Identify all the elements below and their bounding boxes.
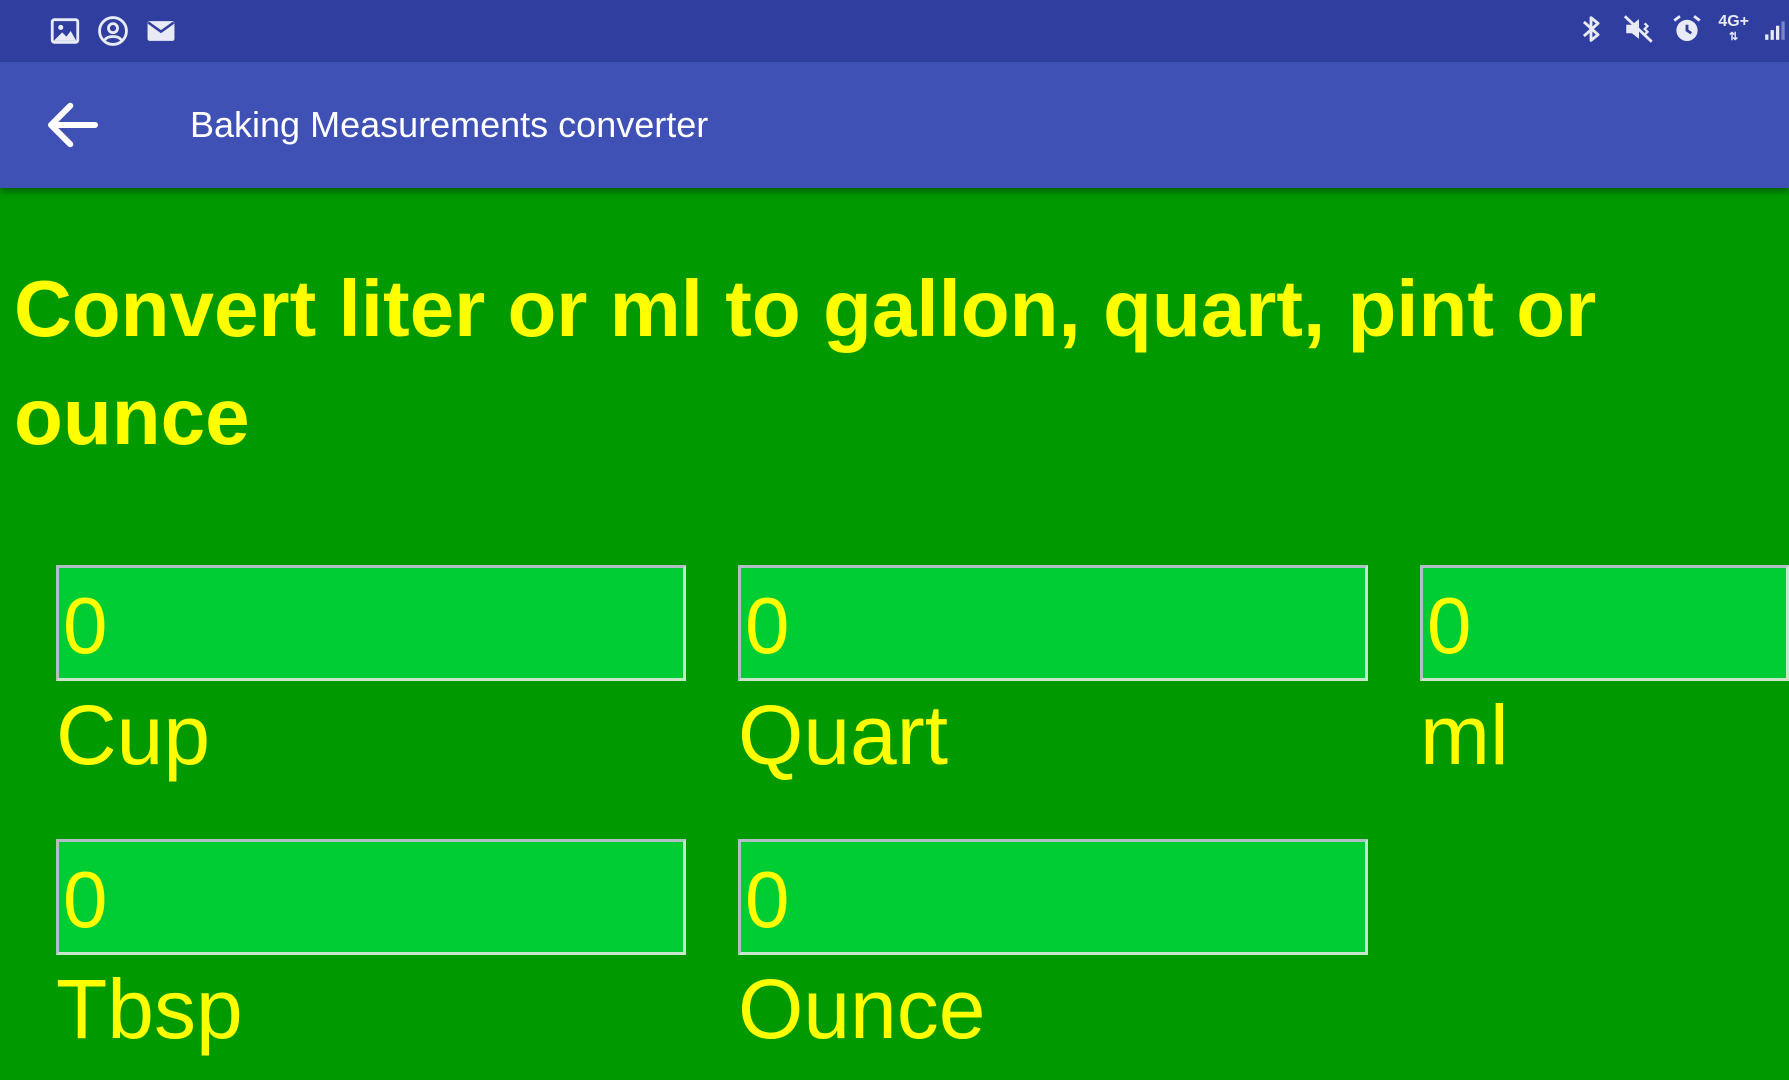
account-circle-icon [98, 16, 128, 46]
mail-icon [147, 21, 175, 41]
image-icon [50, 18, 80, 44]
cup-input[interactable] [56, 565, 686, 681]
page-heading: Convert liter or ml to gallon, quart, pi… [14, 264, 1597, 461]
ounce-input[interactable] [738, 839, 1368, 955]
network-indicator: 4G+ ⇅ [1718, 12, 1749, 44]
signal-icon [1765, 21, 1785, 40]
ounce-field-group: Ounce [738, 839, 1420, 1059]
cup-field-group: Cup [56, 565, 738, 785]
ml-input[interactable] [1420, 565, 1789, 681]
notification-icons [48, 14, 178, 48]
network-type-label: 4G+ [1718, 12, 1749, 30]
bluetooth-icon [1583, 16, 1600, 42]
quart-field-group: Quart [738, 565, 1420, 785]
alarm-icon [1673, 15, 1701, 42]
tbsp-field-group: Tbsp [56, 839, 738, 1059]
ounce-label: Ounce [738, 962, 986, 1056]
app-bar: Baking Measurements converter [0, 62, 1789, 188]
cup-label: Cup [56, 688, 211, 782]
tbsp-label: Tbsp [56, 962, 243, 1056]
quart-label: Quart [738, 688, 949, 782]
tbsp-input[interactable] [56, 839, 686, 955]
system-icons: 4G+ ⇅ [1574, 12, 1789, 46]
app-title: Baking Measurements converter [190, 104, 709, 145]
vibrate-mute-icon [1624, 15, 1654, 43]
arrow-back-icon[interactable] [40, 92, 106, 158]
ml-field-group: ml [1420, 565, 1789, 785]
ml-label: ml [1420, 688, 1509, 782]
quart-input[interactable] [738, 565, 1368, 681]
status-bar: 4G+ ⇅ [0, 0, 1789, 62]
data-arrows-icon: ⇅ [1729, 30, 1739, 43]
